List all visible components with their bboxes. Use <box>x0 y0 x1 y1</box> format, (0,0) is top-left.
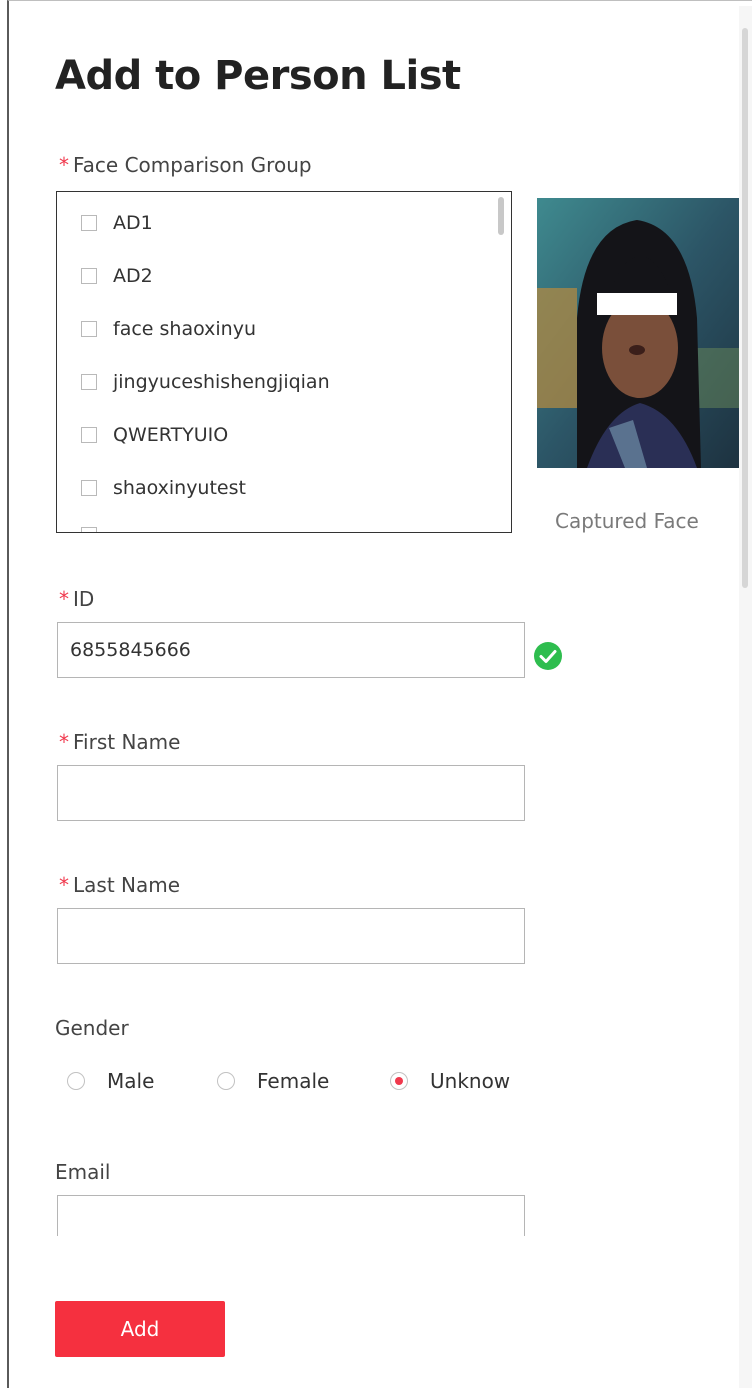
checkbox[interactable] <box>81 321 97 337</box>
group-item-ad1[interactable]: AD1 <box>81 208 153 238</box>
captured-face-illustration <box>537 198 739 468</box>
face-comparison-group-list[interactable]: AD1 AD2 face shaoxinyu jingyuceshishengj… <box>56 191 512 533</box>
page-scrollbar[interactable] <box>739 6 752 1388</box>
add-to-person-list-panel: Add to Person List * Face Comparison Grou… <box>7 0 752 1388</box>
page-scrollbar-thumb[interactable] <box>742 28 748 588</box>
group-item-label: face shaoxinyu <box>113 318 256 340</box>
radio-label: Female <box>257 1069 330 1093</box>
group-item-ad2[interactable]: AD2 <box>81 261 153 291</box>
group-item-shaoxinyutest[interactable]: shaoxinyutest <box>81 473 246 503</box>
id-input[interactable] <box>57 622 525 678</box>
captured-face-caption: Captured Face <box>555 509 699 533</box>
gender-option-male[interactable]: Male <box>67 1069 154 1093</box>
radio-button-selected[interactable] <box>390 1072 408 1090</box>
required-mark: * <box>59 587 69 611</box>
id-label: * ID <box>59 587 94 611</box>
email-input[interactable] <box>57 1195 525 1236</box>
radio-label: Male <box>107 1069 155 1093</box>
id-label-text: ID <box>73 587 95 611</box>
required-mark: * <box>59 153 69 177</box>
last-name-label: * Last Name <box>59 873 180 897</box>
check-circle-icon <box>534 642 562 670</box>
page-title: Add to Person List <box>55 53 461 99</box>
first-name-label: * First Name <box>59 730 180 754</box>
gender-label: Gender <box>55 1016 129 1040</box>
add-button[interactable]: Add <box>55 1301 225 1357</box>
checkbox[interactable] <box>81 374 97 390</box>
gender-option-unknow[interactable]: Unknow <box>390 1069 510 1093</box>
list-scrollbar-thumb[interactable] <box>498 197 504 235</box>
group-item-face-shaoxinyu[interactable]: face shaoxinyu <box>81 314 256 344</box>
radio-label: Unknow <box>430 1069 511 1093</box>
last-name-input[interactable] <box>57 908 525 964</box>
first-name-input[interactable] <box>57 765 525 821</box>
group-item-label: AD1 <box>113 212 153 234</box>
last-name-label-text: Last Name <box>73 873 181 897</box>
checkbox[interactable] <box>81 268 97 284</box>
checkbox[interactable] <box>81 427 97 443</box>
email-label: Email <box>55 1160 111 1184</box>
group-item-label: QWERTYUIO <box>113 424 229 446</box>
group-item-jingyuceshishengjiqian[interactable]: jingyuceshishengjiqian <box>81 367 330 397</box>
captured-face-image <box>537 198 739 468</box>
required-mark: * <box>59 873 69 897</box>
first-name-label-text: First Name <box>73 730 181 754</box>
group-item-partial[interactable] <box>81 520 97 532</box>
checkbox[interactable] <box>81 480 97 496</box>
group-item-label: jingyuceshishengjiqian <box>113 371 330 393</box>
required-mark: * <box>59 730 69 754</box>
checkbox[interactable] <box>81 527 97 532</box>
checkbox[interactable] <box>81 215 97 231</box>
gender-option-female[interactable]: Female <box>217 1069 329 1093</box>
face-comparison-group-label: * Face Comparison Group <box>59 153 312 177</box>
group-item-label: AD2 <box>113 265 153 287</box>
group-item-label: shaoxinyutest <box>113 477 246 499</box>
group-item-qwertyuio[interactable]: QWERTYUIO <box>81 420 228 450</box>
radio-button[interactable] <box>67 1072 85 1090</box>
radio-button[interactable] <box>217 1072 235 1090</box>
face-comparison-group-label-text: Face Comparison Group <box>73 153 312 177</box>
